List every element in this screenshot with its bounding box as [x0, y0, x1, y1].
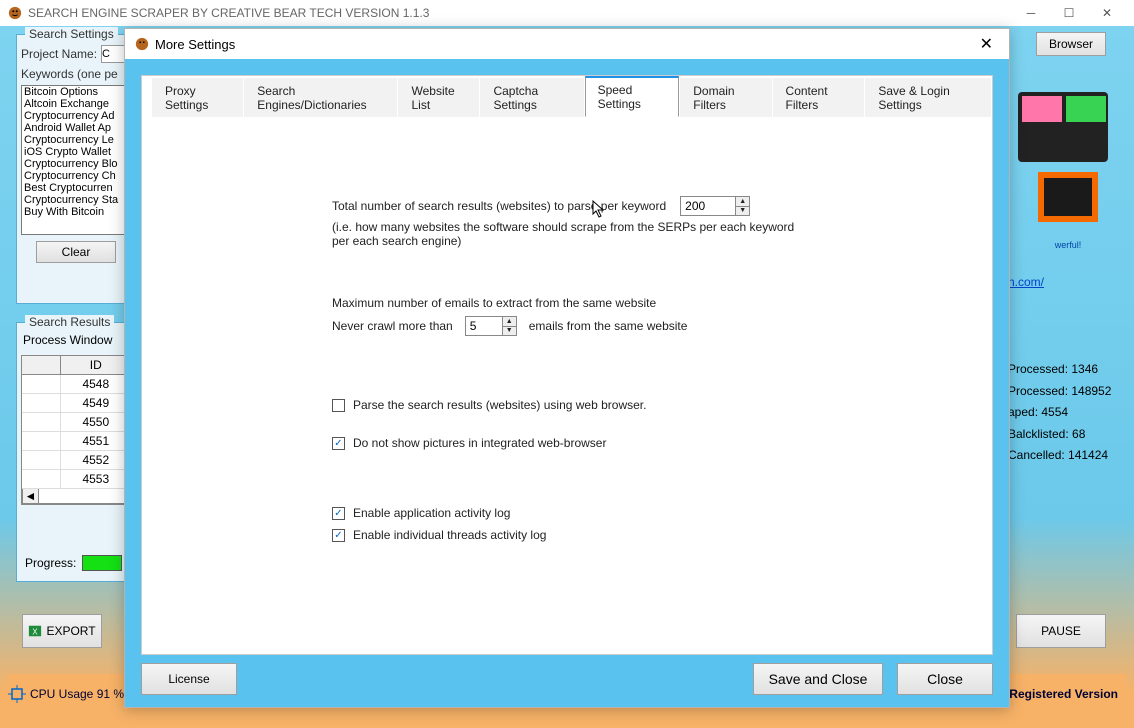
total-results-input[interactable]: ▲▼: [680, 196, 750, 216]
applog-label: Enable application activity log: [353, 506, 510, 520]
minimize-button[interactable]: ─: [1012, 0, 1050, 26]
keyword-item[interactable]: Android Wallet Ap: [22, 122, 130, 134]
table-row[interactable]: 4551: [22, 432, 132, 451]
keyword-item[interactable]: Cryptocurrency Ad: [22, 110, 130, 122]
search-results-panel: Search Results Process Window ID 4548454…: [16, 322, 136, 582]
table-row[interactable]: 4549: [22, 394, 132, 413]
keyword-item[interactable]: Altcoin Exchange: [22, 98, 130, 110]
spin-down-icon[interactable]: ▼: [502, 327, 516, 336]
keyword-item[interactable]: Cryptocurrency Blo: [22, 158, 130, 170]
window-title: SEARCH ENGINE SCRAPER BY CREATIVE BEAR T…: [28, 6, 1012, 20]
stat-processed-2: Processed: 148952: [1008, 381, 1118, 403]
keyword-item[interactable]: Buy With Bitcoin: [22, 206, 130, 218]
svg-text:X: X: [33, 628, 39, 637]
dialog-title: More Settings: [155, 37, 974, 52]
keyword-item[interactable]: Cryptocurrency Ch: [22, 170, 130, 182]
stat-processed-1: Processed: 1346: [1008, 359, 1118, 381]
search-settings-title: Search Settings: [25, 27, 118, 41]
max-emails-label: Maximum number of emails to extract from…: [332, 296, 802, 310]
scroll-left-icon[interactable]: ◄: [23, 489, 39, 503]
keyword-item[interactable]: Cryptocurrency Le: [22, 134, 130, 146]
table-row[interactable]: 4550: [22, 413, 132, 432]
table-row[interactable]: 4552: [22, 451, 132, 470]
search-results-title: Search Results: [25, 315, 114, 329]
svg-text:werful!: werful!: [1054, 240, 1082, 250]
table-row[interactable]: 4548: [22, 375, 132, 394]
total-results-label: Total number of search results (websites…: [332, 199, 666, 213]
keyword-item[interactable]: iOS Crypto Wallet: [22, 146, 130, 158]
clear-button[interactable]: Clear: [36, 241, 116, 263]
nopics-checkbox[interactable]: ✓: [332, 437, 345, 450]
save-close-button[interactable]: Save and Close: [753, 663, 883, 695]
spin-up-icon[interactable]: ▲: [735, 197, 749, 207]
threadlog-label: Enable individual threads activity log: [353, 528, 546, 542]
window-titlebar: SEARCH ENGINE SCRAPER BY CREATIVE BEAR T…: [0, 0, 1134, 26]
cpu-usage: CPU Usage 91 %: [30, 687, 124, 701]
never-crawl-label: Never crawl more than: [332, 319, 453, 333]
project-name-input[interactable]: [101, 45, 125, 63]
total-results-hint: (i.e. how many websites the software sho…: [332, 220, 802, 248]
spin-up-icon[interactable]: ▲: [502, 317, 516, 327]
keywords-label: Keywords (one pe: [21, 67, 118, 81]
spin-down-icon[interactable]: ▼: [735, 207, 749, 216]
never-crawl-input[interactable]: ▲▼: [465, 316, 517, 336]
more-settings-dialog: More Settings ✕ Proxy Settings Search En…: [124, 28, 1010, 708]
id-header: ID: [61, 356, 133, 374]
keyword-item[interactable]: Bitcoin Options: [22, 86, 130, 98]
close-button[interactable]: Close: [897, 663, 993, 695]
export-button[interactable]: X EXPORT: [22, 614, 102, 648]
logo-image: werful!: [1008, 82, 1118, 262]
project-label: Project Name:: [21, 47, 97, 61]
browser-button[interactable]: Browser: [1036, 32, 1106, 56]
dialog-icon: [135, 37, 149, 51]
table-row[interactable]: 4553: [22, 470, 132, 489]
close-button[interactable]: ✕: [1088, 0, 1126, 26]
dialog-close-icon[interactable]: ✕: [974, 32, 999, 56]
parse-label: Parse the search results (websites) usin…: [353, 398, 646, 412]
threadlog-checkbox[interactable]: ✓: [332, 529, 345, 542]
pause-button[interactable]: PAUSE: [1016, 614, 1106, 648]
maximize-button[interactable]: ☐: [1050, 0, 1088, 26]
never-crawl-suffix: emails from the same website: [529, 319, 688, 333]
progress-bar: [82, 555, 122, 571]
stat-cancelled: Cancelled: 141424: [1008, 445, 1118, 467]
site-link[interactable]: h.com/: [1008, 275, 1044, 289]
nopics-label: Do not show pictures in integrated web-b…: [353, 436, 606, 450]
license-button[interactable]: License: [141, 663, 237, 695]
progress-label: Progress:: [25, 556, 76, 570]
excel-icon: X: [28, 624, 42, 638]
stats-block: Processed: 1346 Processed: 148952 aped: …: [1008, 359, 1118, 467]
keyword-item[interactable]: Best Cryptocurren: [22, 182, 130, 194]
parse-checkbox[interactable]: [332, 399, 345, 412]
stat-blacklisted: Balcklisted: 68: [1008, 424, 1118, 446]
search-settings-panel: Search Settings Project Name: Keywords (…: [16, 34, 136, 304]
keywords-list[interactable]: Bitcoin OptionsAltcoin ExchangeCryptocur…: [21, 85, 131, 235]
cpu-icon: [8, 685, 26, 703]
speed-settings-content: Total number of search results (websites…: [142, 102, 992, 654]
keyword-item[interactable]: Cryptocurrency Sta: [22, 194, 130, 206]
results-table[interactable]: ID 454845494550455145524553 ◄: [21, 355, 133, 505]
stat-scraped: aped: 4554: [1008, 402, 1118, 424]
registered-label: Registered Version: [1009, 687, 1118, 701]
app-icon: [8, 6, 22, 20]
applog-checkbox[interactable]: ✓: [332, 507, 345, 520]
